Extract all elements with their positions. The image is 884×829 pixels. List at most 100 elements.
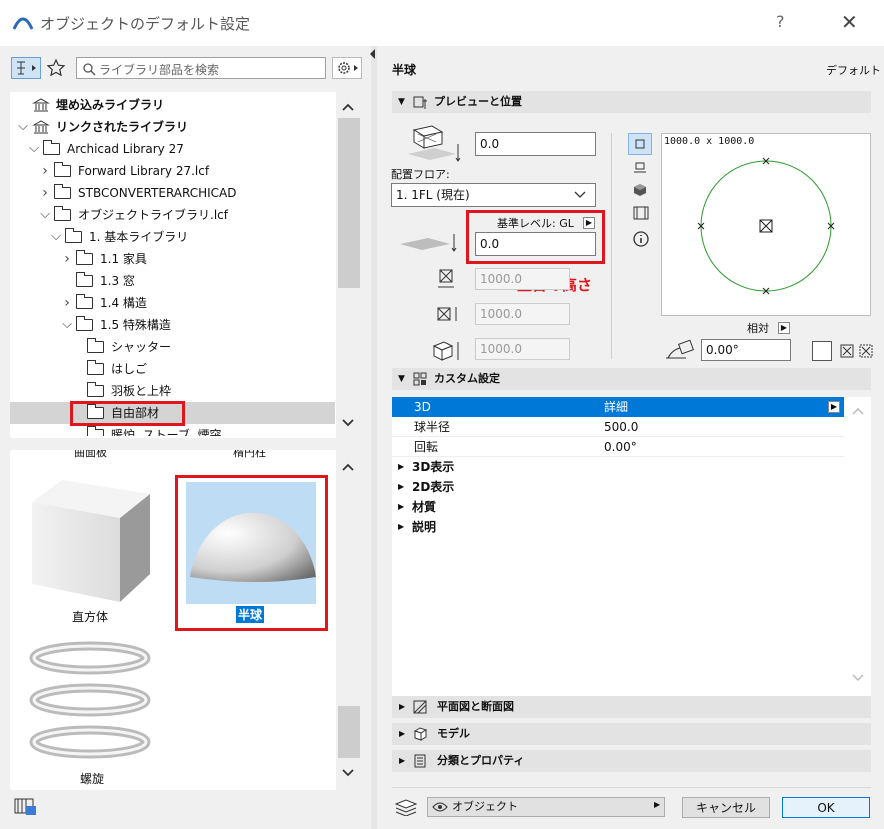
folder-icon: [87, 360, 104, 375]
expanded-chevron-icon[interactable]: ⌵: [40, 204, 50, 226]
angle-input[interactable]: 0.00°: [701, 339, 791, 361]
floor-select[interactable]: 1. 1FL (現在): [391, 183, 596, 207]
collapsed-chevron-icon[interactable]: ›: [40, 182, 50, 204]
model-cube-icon: [413, 727, 428, 741]
scroll-up-icon[interactable]: [341, 102, 355, 112]
section-classification[interactable]: ▶ 分類とプロパティ: [392, 750, 871, 772]
elevation-input[interactable]: 0.0: [475, 132, 596, 156]
scroll-up-icon[interactable]: [341, 462, 355, 472]
scroll-down-icon[interactable]: [341, 768, 355, 778]
search-placeholder: ライブラリ部品を検索: [99, 63, 220, 77]
mirror-checkbox[interactable]: [812, 341, 832, 361]
param-group-3d-display[interactable]: ▶ 3D表示: [392, 457, 844, 477]
expanded-chevron-icon[interactable]: ⌵: [62, 314, 72, 336]
section-model[interactable]: ▶ モデル: [392, 723, 871, 745]
collapsed-arrow-icon: ▶: [399, 729, 406, 738]
tree-item[interactable]: はしご: [10, 358, 335, 380]
layer-icon: [394, 799, 418, 816]
cancel-button[interactable]: キャンセル: [682, 797, 770, 818]
tree-item-label: 羽板と上枠: [111, 384, 172, 398]
library-building-icon: [32, 98, 50, 112]
favorites-star-icon[interactable]: [46, 58, 66, 78]
view-plan-button[interactable]: [628, 133, 652, 155]
dim-b-input[interactable]: 1000.0: [475, 303, 570, 325]
scroll-up-icon[interactable]: [851, 406, 865, 416]
param-menu-button[interactable]: ▶: [828, 401, 840, 413]
info-icon[interactable]: [632, 230, 650, 248]
scroll-down-icon[interactable]: [341, 418, 355, 428]
tree-item[interactable]: › 1.4 構造: [10, 292, 335, 314]
param-group-description[interactable]: ▶ 説明: [392, 517, 844, 537]
pane-splitter[interactable]: [10, 438, 362, 450]
library-tree-icon: [17, 61, 36, 75]
expanded-chevron-icon[interactable]: ⌵: [29, 138, 39, 160]
collapsed-arrow-icon: ▶: [398, 462, 405, 471]
footer-divider: [392, 787, 871, 788]
section-custom-settings[interactable]: ▼ カスタム設定: [392, 368, 871, 390]
tree-item[interactable]: ⌵ Archicad Library 27: [10, 138, 335, 160]
expanded-chevron-icon[interactable]: ⌵: [51, 226, 61, 248]
tree-item[interactable]: 羽板と上枠: [10, 380, 335, 402]
collapsed-chevron-icon[interactable]: ›: [62, 292, 72, 314]
param-row[interactable]: 回転 0.00°: [392, 437, 844, 457]
object-preview-canvas: 1000.0 x 1000.0: [661, 133, 871, 316]
scroll-down-icon[interactable]: [851, 673, 865, 683]
close-button[interactable]: ✕: [841, 10, 858, 34]
collapsed-chevron-icon[interactable]: ›: [62, 248, 72, 270]
collapsed-chevron-icon[interactable]: ›: [40, 160, 50, 182]
classification-list-icon: [414, 754, 426, 768]
custom-settings-icon: [413, 372, 427, 386]
rotation-angle-icon: [666, 339, 694, 359]
dim-a-input[interactable]: 1000.0: [475, 268, 570, 290]
layer-select[interactable]: オブジェクト ▶: [427, 797, 665, 817]
tree-item[interactable]: ⌵ 1. 基本ライブラリ: [10, 226, 335, 248]
tree-item[interactable]: 1.3 窓: [10, 270, 335, 292]
section-plan-section[interactable]: ▶ 平面図と断面図: [392, 696, 871, 718]
film-strip-icon[interactable]: [632, 205, 650, 221]
preview-scroll-thumb[interactable]: [338, 706, 360, 758]
ok-button[interactable]: OK: [782, 797, 870, 818]
tree-item[interactable]: ⌵ 1.5 特殊構造: [10, 314, 335, 336]
tree-item[interactable]: › 1.1 家具: [10, 248, 335, 270]
tree-item[interactable]: シャッター: [10, 336, 335, 358]
tree-item-label: シャッター: [111, 340, 172, 354]
library-settings-button[interactable]: [332, 57, 362, 79]
section-preview-position[interactable]: ▼ プレビューと位置: [392, 91, 871, 113]
tree-item[interactable]: ⌵ オブジェクトライブラリ.lcf: [10, 204, 335, 226]
dim-c-input[interactable]: 1000.0: [475, 338, 570, 360]
param-row[interactable]: 球半径 500.0: [392, 417, 844, 437]
library-view-button[interactable]: [11, 57, 41, 79]
collapsed-arrow-icon: ▶: [398, 522, 405, 531]
param-row-3d[interactable]: 3D 詳細 ▶: [392, 397, 844, 417]
tree-item-label: 埋め込みライブラリ: [56, 98, 165, 112]
tree-item[interactable]: › STBCONVERTERARCHICAD: [10, 182, 335, 204]
preview-item-spiral[interactable]: 螺旋: [28, 640, 156, 788]
gear-icon: [338, 62, 358, 74]
param-group-material[interactable]: ▶ 材質: [392, 497, 844, 517]
collapsed-arrow-icon: ▶: [398, 482, 405, 491]
tree-item[interactable]: › Forward Library 27.lcf: [10, 160, 335, 182]
library-building-icon: [32, 120, 50, 134]
preview-item-cube[interactable]: 直方体: [22, 474, 158, 624]
library-search-input[interactable]: ライブラリ部品を検索: [76, 57, 326, 79]
3d-view-icon[interactable]: [632, 182, 648, 198]
relative-menu-button[interactable]: ▶: [778, 322, 790, 334]
divider-line: [611, 133, 612, 359]
folder-icon: [87, 338, 104, 353]
tree-item[interactable]: 埋め込みライブラリ: [10, 94, 335, 116]
help-button[interactable]: ?: [776, 12, 785, 31]
floor-label: 配置フロア:: [391, 168, 450, 181]
collapse-arrow-icon[interactable]: [369, 48, 377, 60]
tree-item[interactable]: ⌵ リンクされたライブラリ: [10, 116, 335, 138]
chevron-down-icon: [574, 191, 586, 198]
param-group-2d-display[interactable]: ▶ 2D表示: [392, 477, 844, 497]
section-view-icon[interactable]: [632, 160, 648, 176]
tree-scroll-thumb[interactable]: [338, 118, 360, 288]
library-manager-icon[interactable]: [12, 795, 38, 817]
object-name: 半球: [392, 63, 417, 77]
param-scrollbar[interactable]: [844, 397, 871, 697]
pane-divider[interactable]: [371, 46, 377, 829]
preview-cut-label: 曲面板: [74, 450, 107, 459]
expanded-chevron-icon[interactable]: ⌵: [18, 116, 28, 138]
tree-item-label: Forward Library 27.lcf: [78, 164, 210, 178]
